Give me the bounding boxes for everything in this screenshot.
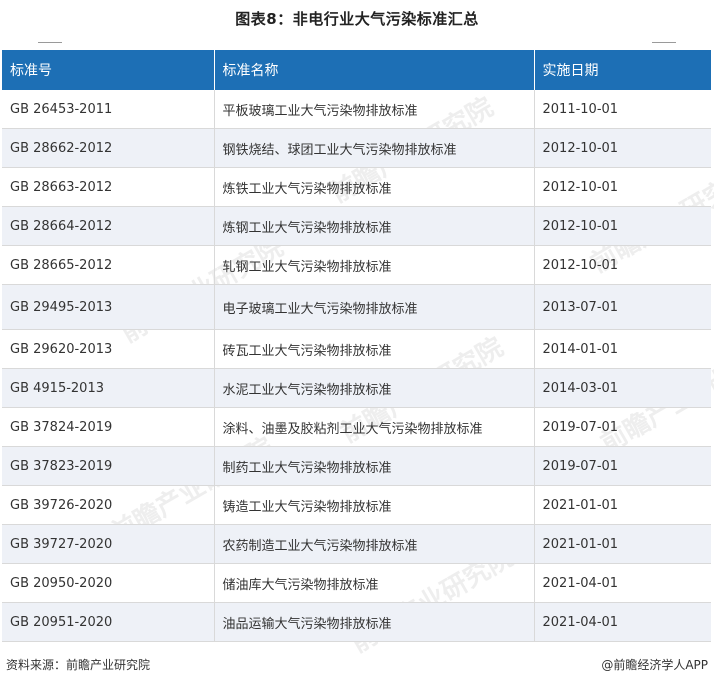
header-implementation-date: 实施日期 (542, 63, 599, 79)
cell-standard-no: GB 28662-2012 (2, 128, 215, 168)
table-row: GB 37823-2019 制药工业大气污染物排放标准 2019-07-01 (2, 446, 711, 486)
table-row: GB 28664-2012 炼钢工业大气污染物排放标准 2012-10-01 (2, 206, 711, 246)
table-header-row: 标准号 标准名称 实施日期 (2, 50, 711, 90)
cell-date: 2021-01-01 (534, 485, 711, 525)
cell-standard-name: 水泥工业大气污染物排放标准 (214, 368, 535, 408)
cell-standard-name: 储油库大气污染物排放标准 (214, 563, 535, 603)
cell-standard-no: GB 37824-2019 (2, 407, 215, 447)
cell-standard-no: GB 29620-2013 (2, 329, 215, 369)
cell-standard-name: 涂料、油墨及胶粘剂工业大气污染物排放标准 (214, 407, 535, 447)
chart-title: 图表8：非电行业大气污染标准汇总 (235, 10, 479, 28)
cell-date: 2014-03-01 (534, 368, 711, 408)
table-row: GB 29620-2013 砖瓦工业大气污染物排放标准 2014-01-01 (2, 329, 711, 369)
table-row: GB 37824-2019 涂料、油墨及胶粘剂工业大气污染物排放标准 2019-… (2, 407, 711, 447)
cell-standard-name: 炼钢工业大气污染物排放标准 (214, 206, 535, 246)
cell-standard-no: GB 20950-2020 (2, 563, 215, 603)
cell-standard-name: 制药工业大气污染物排放标准 (214, 446, 535, 486)
cell-standard-no: GB 39727-2020 (2, 524, 215, 564)
cell-date: 2021-01-01 (534, 524, 711, 564)
standards-table: 标准号 标准名称 实施日期 GB 26453-2011 平板玻璃工业大气污染物排… (2, 50, 711, 642)
table-row: GB 28665-2012 轧钢工业大气污染物排放标准 2012-10-01 (2, 245, 711, 285)
table-row: GB 28662-2012 钢铁烧结、球团工业大气污染物排放标准 2012-10… (2, 128, 711, 168)
cell-standard-name: 炼铁工业大气污染物排放标准 (214, 167, 535, 207)
cell-date: 2019-07-01 (534, 446, 711, 486)
cell-standard-no: GB 29495-2013 (2, 284, 215, 330)
table-row: GB 4915-2013 水泥工业大气污染物排放标准 2014-03-01 (2, 368, 711, 408)
brand-credit: @前瞻经济学人APP (601, 658, 708, 672)
table-row: GB 20950-2020 储油库大气污染物排放标准 2021-04-01 (2, 563, 711, 603)
cell-standard-no: GB 37823-2019 (2, 446, 215, 486)
cell-standard-no: GB 39726-2020 (2, 485, 215, 525)
cell-date: 2011-10-01 (534, 90, 711, 129)
header-standard-no: 标准号 (2, 50, 215, 90)
cell-date: 2012-10-01 (534, 167, 711, 207)
cell-standard-no: GB 28663-2012 (2, 167, 215, 207)
cell-standard-no: GB 28664-2012 (2, 206, 215, 246)
table-row: GB 39727-2020 农药制造工业大气污染物排放标准 2021-01-01 (2, 524, 711, 564)
cell-standard-name: 电子玻璃工业大气污染物排放标准 (214, 284, 535, 330)
header-standard-name: 标准名称 (214, 50, 535, 90)
cell-standard-name: 铸造工业大气污染物排放标准 (214, 485, 535, 525)
cell-date: 2021-04-01 (534, 563, 711, 603)
cell-standard-name: 平板玻璃工业大气污染物排放标准 (214, 90, 535, 129)
table-row: GB 29495-2013 电子玻璃工业大气污染物排放标准 2013-07-01 (2, 284, 711, 330)
corner-mark-left (38, 42, 62, 43)
cell-standard-name: 砖瓦工业大气污染物排放标准 (214, 329, 535, 369)
table-row: GB 39726-2020 铸造工业大气污染物排放标准 2021-01-01 (2, 485, 711, 525)
cell-standard-name: 农药制造工业大气污染物排放标准 (214, 524, 535, 564)
table-row: GB 26453-2011 平板玻璃工业大气污染物排放标准 2011-10-01 (2, 90, 711, 129)
source-note: 资料来源：前瞻产业研究院 (6, 658, 151, 672)
cell-standard-no: GB 28665-2012 (2, 245, 215, 285)
cell-date: 2014-01-01 (534, 329, 711, 369)
cell-standard-no: GB 4915-2013 (2, 368, 215, 408)
cell-standard-no: GB 26453-2011 (2, 90, 215, 129)
cell-standard-name: 轧钢工业大气污染物排放标准 (214, 245, 535, 285)
cell-date: 2012-10-01 (534, 206, 711, 246)
corner-mark-right (652, 42, 676, 43)
table-row: GB 28663-2012 炼铁工业大气污染物排放标准 2012-10-01 (2, 167, 711, 207)
cell-date: 2019-07-01 (534, 407, 711, 447)
cell-standard-name: 钢铁烧结、球团工业大气污染物排放标准 (214, 128, 535, 168)
cell-date: 2012-10-01 (534, 128, 711, 168)
cell-standard-name: 油品运输大气污染物排放标准 (214, 602, 535, 642)
cell-date: 2012-10-01 (534, 245, 711, 285)
cell-standard-no: GB 20951-2020 (2, 602, 215, 642)
cell-date: 2021-04-01 (534, 602, 711, 642)
table-row: GB 20951-2020 油品运输大气污染物排放标准 2021-04-01 (2, 602, 711, 642)
cell-date: 2013-07-01 (534, 284, 711, 330)
